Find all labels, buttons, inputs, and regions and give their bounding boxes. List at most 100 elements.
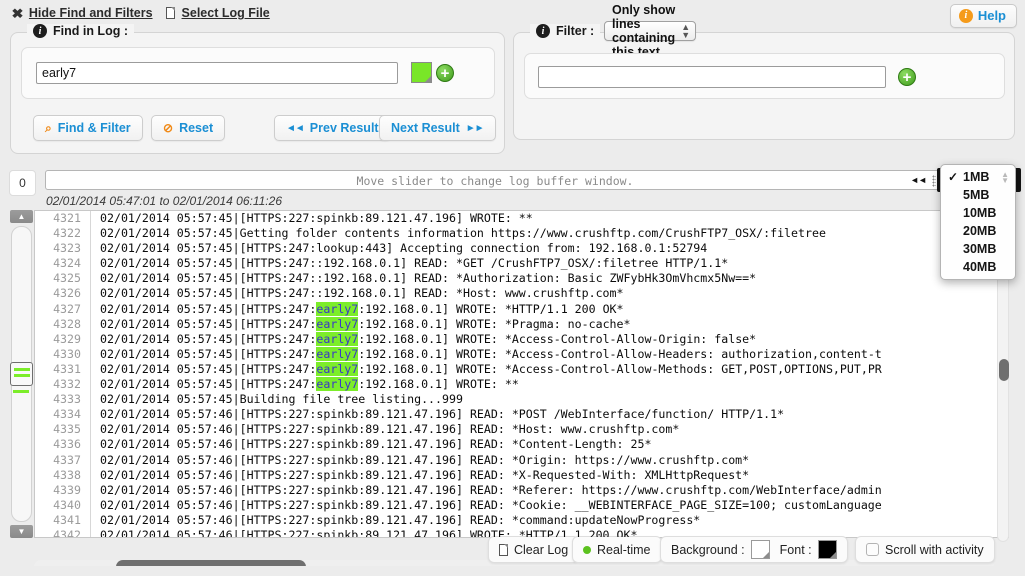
file-icon: [165, 7, 175, 19]
log-line-text: 02/01/2014 05:57:46|[HTTPS:227:spinkb:89…: [100, 422, 680, 437]
slider-hint-label: Move slider to change log buffer window.: [356, 174, 634, 188]
log-line-text: 02/01/2014 05:57:46|[HTTPS:227:spinkb:89…: [100, 452, 750, 467]
log-line: 4330 02/01/2014 05:57:45|[HTTPS:247:early…: [35, 346, 882, 362]
buffer-size-option-label: 1MB: [963, 170, 990, 184]
info-icon: i: [958, 8, 973, 23]
log-line-text: 02/01/2014 05:57:45|Building file tree l…: [100, 392, 463, 407]
prev-result-button[interactable]: ◄◄ Prev Result: [274, 115, 391, 141]
log-search-highlight: early7: [316, 301, 359, 316]
hide-find-and-filters-link[interactable]: Hide Find and Filters: [29, 6, 153, 20]
buffer-size-option-40mb[interactable]: 40MB: [941, 258, 1015, 276]
log-line-text: 02/01/2014 05:57:46|[HTTPS:227:spinkb:89…: [100, 407, 785, 422]
log-line-number: 4321: [35, 211, 91, 227]
realtime-label: Real-time: [597, 542, 651, 557]
log-line: 4332 02/01/2014 05:57:45|[HTTPS:247:early…: [35, 377, 882, 393]
close-icon[interactable]: ✖: [11, 7, 23, 20]
find-legend: i Find in Log :: [27, 24, 134, 38]
log-viewer[interactable]: Log buffer window size 432102/01/2014 05…: [34, 210, 1009, 538]
find-input-group: [21, 47, 495, 99]
select-log-file-link[interactable]: Select Log File: [182, 6, 270, 20]
add-filter-term-button[interactable]: [898, 68, 916, 86]
log-line: 4336 02/01/2014 05:57:46|[HTTPS:227:spink…: [35, 437, 882, 453]
log-line-number: 4327: [35, 301, 91, 317]
log-line-number: 4339: [35, 482, 91, 498]
log-line-number: 4335: [35, 422, 91, 438]
log-buffer-size-menu[interactable]: ✓ 1MB ▲ ▼ 5MB 10MB 20MB 30MB 40MB: [940, 164, 1016, 280]
log-line-number: 4329: [35, 331, 91, 347]
log-search-highlight: early7: [316, 331, 359, 346]
log-line-text: 02/01/2014 05:57:45|[HTTPS:247:early7:19…: [100, 346, 882, 361]
buffer-index-badge: 0: [9, 170, 36, 196]
reset-button[interactable]: ⊘ Reset: [151, 115, 226, 141]
add-find-term-button[interactable]: [436, 64, 454, 82]
log-line-text: 02/01/2014 05:57:45|[HTTPS:227:spinkb:89…: [100, 211, 533, 225]
chevron-updown-icon: ▲ ▼: [1001, 170, 1009, 185]
info-icon: i: [536, 24, 550, 38]
log-line-number: 4322: [35, 226, 91, 242]
log-line: 4326 02/01/2014 05:57:45|[HTTPS:247::192.…: [35, 286, 882, 302]
log-line-number: 4330: [35, 346, 91, 362]
next-result-button[interactable]: Next Result ►►: [379, 115, 496, 141]
match-marker: [13, 390, 29, 393]
log-line-text: 02/01/2014 05:57:46|[HTTPS:227:spinkb:89…: [100, 512, 701, 527]
find-input[interactable]: [36, 62, 398, 84]
log-line-text: 02/01/2014 05:57:45|[HTTPS:247:early7:19…: [100, 316, 631, 331]
buffer-size-option-20mb[interactable]: 20MB: [941, 222, 1015, 240]
log-line-text: 02/01/2014 05:57:45|[HTTPS:247:early7:19…: [100, 301, 624, 316]
filter-mode-select[interactable]: Only show lines containing this text ▲ ▼: [604, 3, 697, 59]
chevron-updown-icon: ▲ ▼: [681, 22, 691, 40]
realtime-toggle[interactable]: Real-time: [572, 536, 662, 563]
log-buffer-slider[interactable]: Move slider to change log buffer window.…: [45, 170, 945, 190]
log-line-text: 02/01/2014 05:57:46|[HTTPS:227:spinkb:89…: [100, 467, 750, 482]
buffer-size-option-label: 5MB: [963, 188, 990, 202]
log-line: 4331 02/01/2014 05:57:45|[HTTPS:247:early…: [35, 361, 882, 378]
find-and-filter-button[interactable]: ⌕ Find & Filter: [33, 115, 143, 141]
scroll-up-button[interactable]: ▲: [10, 210, 33, 223]
log-line: 4323 02/01/2014 05:57:45|[HTTPS:247:looku…: [35, 241, 882, 257]
buffer-size-option-1mb[interactable]: ✓ 1MB ▲ ▼: [941, 168, 1015, 186]
log-line-text: 02/01/2014 05:57:45|[HTTPS:247:lookup:44…: [100, 241, 708, 256]
match-marker: [14, 368, 30, 371]
log-vertical-scroll-thumb[interactable]: [999, 359, 1009, 381]
log-line-number: 4332: [35, 377, 91, 393]
log-line-number: 4340: [35, 497, 91, 513]
find-match-scrollbar[interactable]: ▲ ▼: [10, 210, 33, 538]
buffer-size-option-5mb[interactable]: 5MB: [941, 186, 1015, 204]
find-match-thumb[interactable]: [10, 362, 33, 386]
scroll-with-activity-checkbox[interactable]: [866, 543, 879, 556]
arrow-left-icon: ◄◄: [286, 122, 305, 134]
log-line-number: 4336: [35, 437, 91, 453]
log-search-highlight: early7: [316, 377, 359, 392]
clear-log-button[interactable]: Clear Log: [488, 536, 580, 563]
scroll-with-activity-label: Scroll with activity: [885, 542, 984, 557]
log-line-text: 02/01/2014 05:57:45|[HTTPS:247:early7:19…: [100, 361, 882, 376]
scroll-with-activity-toggle[interactable]: Scroll with activity: [855, 536, 995, 563]
scroll-down-button[interactable]: ▼: [10, 525, 33, 538]
window-bottom-strip: [0, 566, 1025, 576]
status-dot-icon: [583, 545, 591, 554]
find-highlight-color-swatch[interactable]: [411, 62, 432, 83]
help-button[interactable]: i Help: [949, 4, 1017, 28]
buffer-size-option-label: 10MB: [963, 206, 997, 220]
log-line-number: 4334: [35, 407, 91, 423]
buffer-size-option-10mb[interactable]: 10MB: [941, 204, 1015, 222]
buffer-size-option-30mb[interactable]: 30MB: [941, 240, 1015, 258]
log-line: 4339 02/01/2014 05:57:46|[HTTPS:227:spink…: [35, 482, 882, 498]
log-line-number: 4333: [35, 392, 91, 408]
background-color-swatch[interactable]: [750, 540, 770, 559]
log-line: 4340 02/01/2014 05:57:46|[HTTPS:227:spink…: [35, 497, 882, 513]
log-line-text: 02/01/2014 05:57:45|[HTTPS:247:early7:19…: [100, 331, 757, 346]
log-line: 4341 02/01/2014 05:57:46|[HTTPS:227:spink…: [35, 512, 882, 528]
filter-input[interactable]: [538, 66, 886, 88]
log-line-text: 02/01/2014 05:57:46|[HTTPS:227:spinkb:89…: [100, 437, 652, 452]
clear-log-label: Clear Log: [514, 542, 569, 557]
log-line: 4337 02/01/2014 05:57:46|[HTTPS:227:spink…: [35, 452, 882, 468]
font-color-swatch[interactable]: [817, 540, 837, 559]
log-line-text: 02/01/2014 05:57:46|[HTTPS:227:spinkb:89…: [100, 482, 882, 497]
log-line-number: 4325: [35, 271, 91, 287]
buffer-size-option-label: 40MB: [963, 260, 997, 274]
log-line-text: 02/01/2014 05:57:45|[HTTPS:247::192.168.…: [100, 271, 757, 286]
slider-grip-icon: [932, 175, 936, 187]
help-label: Help: [977, 8, 1006, 23]
log-line-number: 4324: [35, 256, 91, 272]
